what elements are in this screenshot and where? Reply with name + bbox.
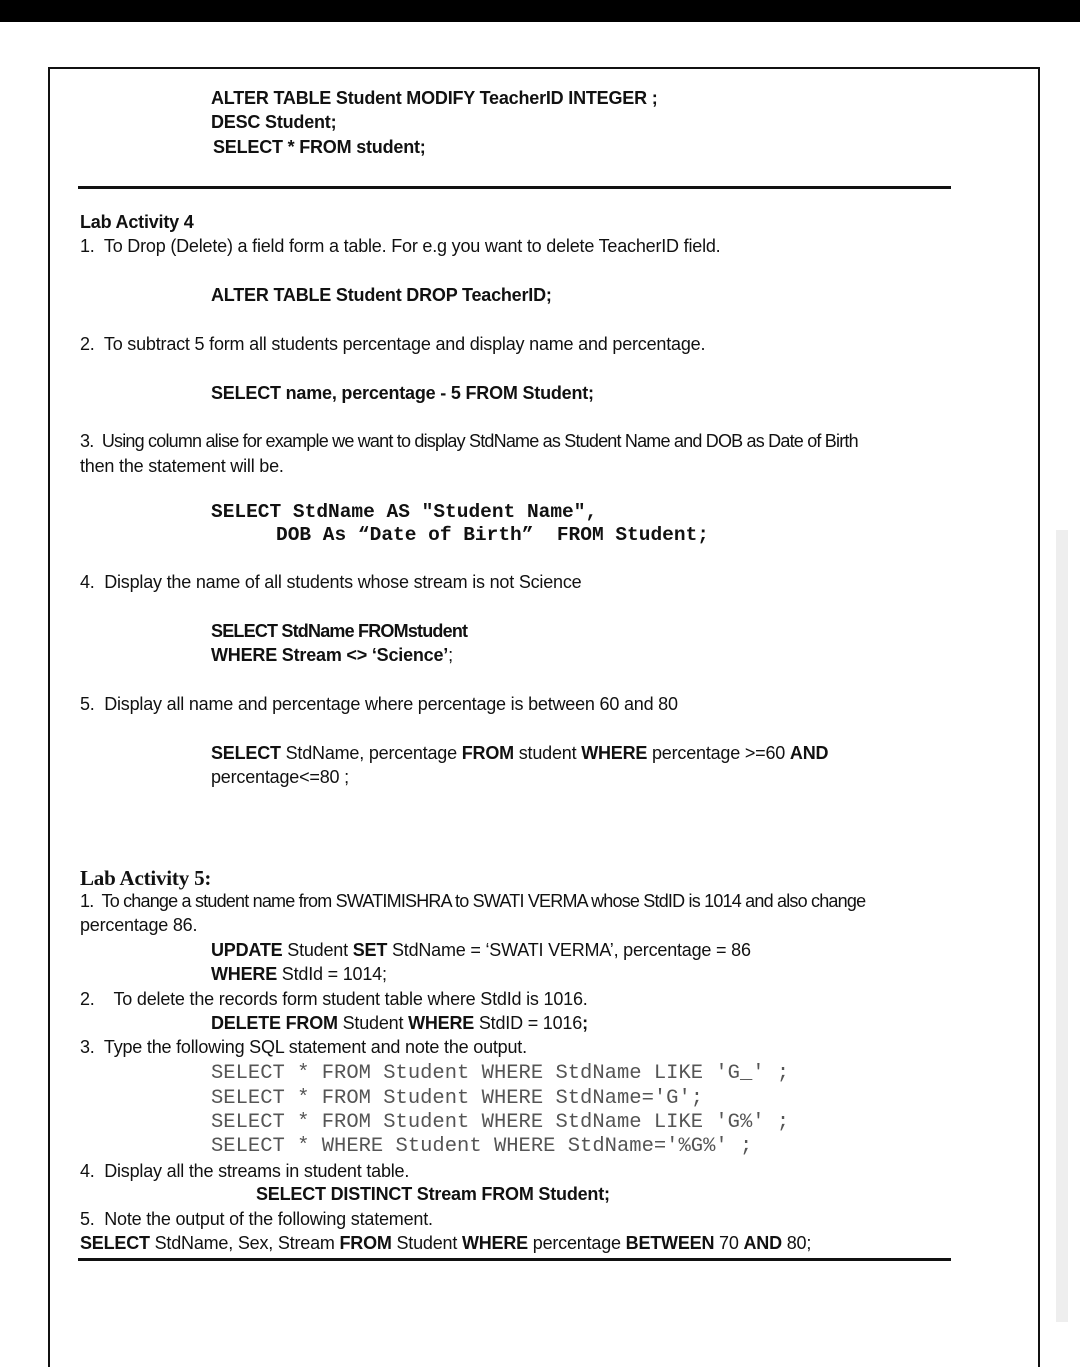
text-segment: 70 — [714, 1233, 744, 1253]
text-segment: StdId = 1014; — [277, 964, 387, 984]
code-line: SELECT DISTINCT Stream FROM Student; — [256, 1183, 610, 1205]
text-segment: 3. Type the following SQL statement and … — [80, 1037, 527, 1057]
text-segment: FROM — [339, 1233, 392, 1253]
text-segment: Student — [337, 1013, 409, 1033]
text-segment: SELECT StdName FROMstudent — [211, 621, 468, 641]
list-item: 3. Using column alise for example we wan… — [80, 430, 859, 452]
text-segment: 1. To change a student name from SWATIMI… — [80, 891, 866, 911]
text-segment: SELECT name, percentage - 5 FROM Student… — [211, 383, 594, 403]
code-line: DOB As “Date of Birth” FROM Student; — [276, 524, 709, 546]
list-item: 2. To delete the records form student ta… — [80, 988, 588, 1010]
text-segment: 5. Display all name and percentage where… — [80, 694, 678, 714]
paragraph-line: then the statement will be. — [80, 455, 284, 477]
text-segment: 3. Using column alise for example we wan… — [80, 431, 859, 451]
text-segment: FROM — [461, 743, 514, 763]
code-line: SELECT StdName, Sex, Stream FROM Student… — [80, 1232, 811, 1254]
paragraph-line: percentage 86. — [80, 914, 197, 936]
code-line: WHERE StdId = 1014; — [211, 963, 387, 985]
text-segment: UPDATE — [211, 940, 283, 960]
text-segment: WHERE — [461, 1233, 528, 1253]
text-segment: Student — [391, 1233, 462, 1253]
text-segment: SELECT StdName AS "Student Name", — [211, 501, 598, 523]
code-line: SELECT name, percentage - 5 FROM Student… — [211, 382, 594, 404]
text-segment: SELECT * FROM Student WHERE StdName='G'; — [211, 1087, 704, 1110]
code-line: WHERE Stream <> ‘Science’; — [211, 644, 453, 666]
code-line: SELECT StdName, percentage FROM student … — [211, 742, 829, 764]
section-divider — [78, 186, 951, 189]
list-item: 5. Display all name and percentage where… — [80, 693, 678, 715]
text-segment: StdID = 1016 — [474, 1013, 583, 1033]
list-item: 5. Note the output of the following stat… — [80, 1208, 433, 1230]
text-segment: SELECT DISTINCT Stream FROM Student; — [256, 1184, 610, 1204]
code-line: SELECT StdName FROMstudent — [211, 620, 468, 642]
text-segment: percentage >=60 — [647, 743, 790, 763]
text-segment: Student — [282, 940, 353, 960]
text-segment: WHERE — [581, 743, 648, 763]
text-segment: then the statement will be. — [80, 456, 284, 476]
text-segment: StdName, Sex, Stream — [149, 1233, 340, 1253]
text-segment: Lab Activity 4 — [80, 212, 194, 232]
code-line: ALTER TABLE Student DROP TeacherID; — [211, 284, 552, 306]
text-segment: WHERE Stream <> ‘Science’ — [211, 645, 449, 665]
text-segment: WHERE — [211, 964, 277, 984]
code-line: DESC Student; — [211, 111, 337, 133]
text-segment: BETWEEN — [625, 1233, 715, 1253]
list-item: 3. Type the following SQL statement and … — [80, 1036, 527, 1058]
section-heading: Lab Activity 4 — [80, 211, 194, 233]
code-line: UPDATE Student SET StdName = ‘SWATI VERM… — [211, 939, 751, 961]
text-segment: DESC Student; — [211, 112, 337, 132]
text-segment: AND — [743, 1233, 782, 1253]
text-segment: ALTER TABLE Student MODIFY TeacherID INT… — [211, 88, 658, 108]
code-line: percentage<=80 ; — [211, 766, 349, 788]
text-segment: SELECT — [80, 1233, 150, 1253]
text-segment: SELECT * FROM Student WHERE StdName LIKE… — [211, 1111, 790, 1134]
top-bar — [0, 0, 1080, 22]
text-segment: ; — [448, 645, 453, 665]
list-item: 2. To subtract 5 form all students perce… — [80, 333, 705, 355]
code-line: SELECT * FROM student; — [213, 136, 426, 158]
section-heading: Lab Activity 5: — [80, 867, 211, 889]
code-line: SELECT * FROM Student WHERE StdName='G'; — [211, 1088, 703, 1110]
text-segment: ALTER TABLE Student DROP TeacherID; — [211, 285, 552, 305]
code-line: SELECT * WHERE Student WHERE StdName='%G… — [211, 1136, 752, 1158]
code-line: DELETE FROM Student WHERE StdID = 1016; — [211, 1012, 588, 1034]
list-item: 1. To change a student name from SWATIMI… — [80, 890, 866, 912]
text-segment: SET — [352, 940, 388, 960]
text-segment: 2. To delete the records form student ta… — [80, 989, 588, 1009]
code-line: SELECT * FROM Student WHERE StdName LIKE… — [211, 1112, 789, 1134]
text-segment: AND — [789, 743, 829, 763]
scrollbar-track[interactable] — [1056, 530, 1068, 1322]
text-segment: student — [513, 743, 582, 763]
code-line: SELECT * FROM Student WHERE StdName LIKE… — [211, 1063, 789, 1085]
text-segment: SELECT * WHERE Student WHERE StdName='%G… — [211, 1135, 753, 1158]
list-item: 1. To Drop (Delete) a field form a table… — [80, 235, 721, 257]
text-segment: StdName = ‘SWATI VERMA’, percentage = 86 — [387, 940, 751, 960]
text-segment: SELECT * FROM student; — [213, 137, 426, 157]
list-item: 4. Display all the streams in student ta… — [80, 1160, 409, 1182]
text-segment: Lab Activity 5: — [80, 866, 212, 890]
text-segment: SELECT — [211, 743, 281, 763]
list-item: 4. Display the name of all students whos… — [80, 571, 582, 593]
text-segment: percentage 86. — [80, 915, 198, 935]
text-segment: 4. Display all the streams in student ta… — [80, 1161, 410, 1181]
text-segment: SELECT * FROM Student WHERE StdName LIKE… — [211, 1062, 790, 1085]
code-line: SELECT StdName AS "Student Name", — [211, 501, 597, 523]
text-segment: 2. To subtract 5 form all students perce… — [80, 334, 706, 354]
text-segment: 80; — [781, 1233, 812, 1253]
text-segment: percentage — [527, 1233, 626, 1253]
section-divider — [78, 1258, 951, 1261]
text-segment: WHERE — [408, 1013, 475, 1033]
text-segment: 5. Note the output of the following stat… — [80, 1209, 433, 1229]
text-segment: StdName, percentage — [280, 743, 462, 763]
text-segment: DELETE FROM — [211, 1013, 338, 1033]
text-segment: percentage<=80 ; — [211, 767, 349, 787]
text-segment: ; — [582, 1013, 588, 1033]
text-segment: 4. Display the name of all students whos… — [80, 572, 582, 592]
text-segment: DOB As “Date of Birth” FROM Student; — [276, 524, 709, 546]
text-segment: 1. To Drop (Delete) a field form a table… — [80, 236, 721, 256]
code-line: ALTER TABLE Student MODIFY TeacherID INT… — [211, 87, 658, 109]
